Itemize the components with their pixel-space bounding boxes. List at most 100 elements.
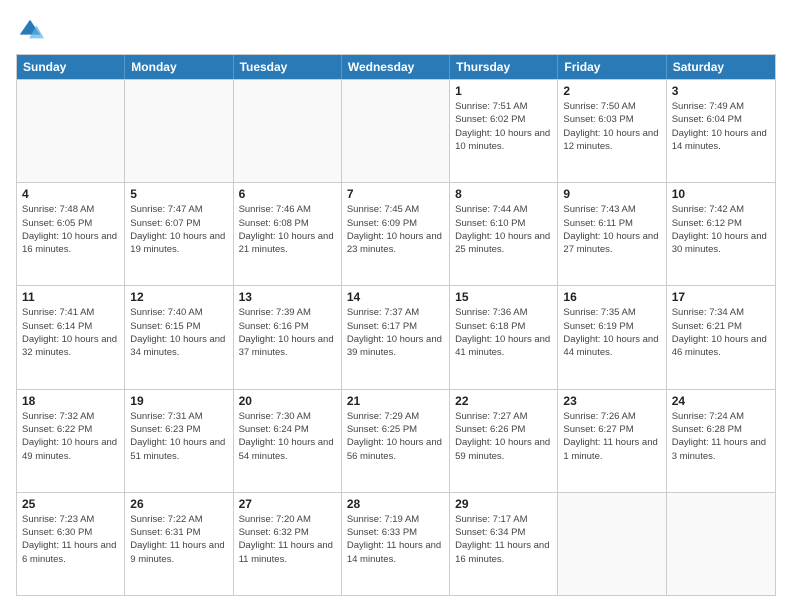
calendar-cell: 6Sunrise: 7:46 AM Sunset: 6:08 PM Daylig… — [234, 183, 342, 285]
header — [16, 16, 776, 44]
calendar-cell: 17 Sunrise: 7:34 AM Sunset: 6:21 PM Dayli… — [667, 286, 775, 388]
day-info: Sunrise: 7:35 AM Sunset: 6:19 PM Dayligh… — [563, 306, 660, 359]
day-info: Sunrise: 7:27 AM Sunset: 6:26 PM Dayligh… — [455, 410, 552, 463]
calendar-cell: 4 Sunrise: 7:48 AM Sunset: 6:05 PM Daylig… — [17, 183, 125, 285]
weekday-header: Wednesday — [342, 55, 450, 79]
weekday-header: Sunday — [17, 55, 125, 79]
day-number: 10 — [672, 187, 770, 201]
day-info: Sunrise: 7:50 AM Sunset: 6:03 PM Dayligh… — [563, 100, 660, 153]
day-info: Sunrise: 7:23 AM Sunset: 6:30 PM Dayligh… — [22, 513, 119, 566]
day-number: 27 — [239, 497, 336, 511]
calendar-cell: 1Sunrise: 7:51 AM Sunset: 6:02 PM Daylig… — [450, 80, 558, 182]
calendar-row: 25 Sunrise: 7:23 AM Sunset: 6:30 PM Dayli… — [17, 492, 775, 595]
day-number: 2 — [563, 84, 660, 98]
calendar-cell: 22 Sunrise: 7:27 AM Sunset: 6:26 PM Dayli… — [450, 390, 558, 492]
calendar-cell — [667, 493, 775, 595]
calendar-cell: 7 Sunrise: 7:45 AM Sunset: 6:09 PM Daylig… — [342, 183, 450, 285]
day-info: Sunrise: 7:42 AM Sunset: 6:12 PM Dayligh… — [672, 203, 770, 256]
day-info: Sunrise: 7:45 AM Sunset: 6:09 PM Dayligh… — [347, 203, 444, 256]
calendar-row: 1Sunrise: 7:51 AM Sunset: 6:02 PM Daylig… — [17, 79, 775, 182]
calendar: SundayMondayTuesdayWednesdayThursdayFrid… — [16, 54, 776, 596]
calendar-cell: 12 Sunrise: 7:40 AM Sunset: 6:15 PM Dayli… — [125, 286, 233, 388]
day-info: Sunrise: 7:49 AM Sunset: 6:04 PM Dayligh… — [672, 100, 770, 153]
day-info: Sunrise: 7:31 AM Sunset: 6:23 PM Dayligh… — [130, 410, 227, 463]
day-info: Sunrise: 7:39 AM Sunset: 6:16 PM Dayligh… — [239, 306, 336, 359]
calendar-cell — [342, 80, 450, 182]
day-number: 4 — [22, 187, 119, 201]
day-info: Sunrise: 7:20 AM Sunset: 6:32 PM Dayligh… — [239, 513, 336, 566]
day-info: Sunrise: 7:22 AM Sunset: 6:31 PM Dayligh… — [130, 513, 227, 566]
day-info: Sunrise: 7:40 AM Sunset: 6:15 PM Dayligh… — [130, 306, 227, 359]
day-info: Sunrise: 7:19 AM Sunset: 6:33 PM Dayligh… — [347, 513, 444, 566]
calendar-cell: 14 Sunrise: 7:37 AM Sunset: 6:17 PM Dayli… — [342, 286, 450, 388]
day-info: Sunrise: 7:36 AM Sunset: 6:18 PM Dayligh… — [455, 306, 552, 359]
day-number: 28 — [347, 497, 444, 511]
day-number: 3 — [672, 84, 770, 98]
day-number: 12 — [130, 290, 227, 304]
calendar-cell: 15 Sunrise: 7:36 AM Sunset: 6:18 PM Dayli… — [450, 286, 558, 388]
day-number: 26 — [130, 497, 227, 511]
weekday-header: Friday — [558, 55, 666, 79]
calendar-cell: 8 Sunrise: 7:44 AM Sunset: 6:10 PM Daylig… — [450, 183, 558, 285]
calendar-cell: 2 Sunrise: 7:50 AM Sunset: 6:03 PM Daylig… — [558, 80, 666, 182]
day-info: Sunrise: 7:41 AM Sunset: 6:14 PM Dayligh… — [22, 306, 119, 359]
calendar-cell — [234, 80, 342, 182]
day-info: Sunrise: 7:30 AM Sunset: 6:24 PM Dayligh… — [239, 410, 336, 463]
day-number: 22 — [455, 394, 552, 408]
day-info: Sunrise: 7:46 AM Sunset: 6:08 PM Dayligh… — [239, 203, 336, 256]
calendar-cell: 24Sunrise: 7:24 AM Sunset: 6:28 PM Dayli… — [667, 390, 775, 492]
day-number: 17 — [672, 290, 770, 304]
day-number: 21 — [347, 394, 444, 408]
calendar-cell — [125, 80, 233, 182]
day-number: 9 — [563, 187, 660, 201]
day-number: 13 — [239, 290, 336, 304]
calendar-cell: 9Sunrise: 7:43 AM Sunset: 6:11 PM Daylig… — [558, 183, 666, 285]
day-number: 19 — [130, 394, 227, 408]
day-info: Sunrise: 7:24 AM Sunset: 6:28 PM Dayligh… — [672, 410, 770, 463]
day-number: 5 — [130, 187, 227, 201]
day-info: Sunrise: 7:37 AM Sunset: 6:17 PM Dayligh… — [347, 306, 444, 359]
calendar-cell — [558, 493, 666, 595]
calendar-cell: 10 Sunrise: 7:42 AM Sunset: 6:12 PM Dayli… — [667, 183, 775, 285]
calendar-cell: 25 Sunrise: 7:23 AM Sunset: 6:30 PM Dayli… — [17, 493, 125, 595]
calendar-cell — [17, 80, 125, 182]
day-info: Sunrise: 7:34 AM Sunset: 6:21 PM Dayligh… — [672, 306, 770, 359]
calendar-row: 4 Sunrise: 7:48 AM Sunset: 6:05 PM Daylig… — [17, 182, 775, 285]
day-number: 7 — [347, 187, 444, 201]
day-info: Sunrise: 7:29 AM Sunset: 6:25 PM Dayligh… — [347, 410, 444, 463]
calendar-cell: 27 Sunrise: 7:20 AM Sunset: 6:32 PM Dayli… — [234, 493, 342, 595]
day-number: 25 — [22, 497, 119, 511]
day-info: Sunrise: 7:26 AM Sunset: 6:27 PM Dayligh… — [563, 410, 660, 463]
day-number: 14 — [347, 290, 444, 304]
calendar-row: 11 Sunrise: 7:41 AM Sunset: 6:14 PM Dayli… — [17, 285, 775, 388]
calendar-cell: 5Sunrise: 7:47 AM Sunset: 6:07 PM Daylig… — [125, 183, 233, 285]
page: SundayMondayTuesdayWednesdayThursdayFrid… — [0, 0, 792, 612]
day-number: 15 — [455, 290, 552, 304]
day-info: Sunrise: 7:17 AM Sunset: 6:34 PM Dayligh… — [455, 513, 552, 566]
logo — [16, 16, 48, 44]
calendar-cell: 29 Sunrise: 7:17 AM Sunset: 6:34 PM Dayli… — [450, 493, 558, 595]
day-number: 8 — [455, 187, 552, 201]
day-info: Sunrise: 7:32 AM Sunset: 6:22 PM Dayligh… — [22, 410, 119, 463]
day-number: 11 — [22, 290, 119, 304]
calendar-cell: 19 Sunrise: 7:31 AM Sunset: 6:23 PM Dayli… — [125, 390, 233, 492]
day-info: Sunrise: 7:48 AM Sunset: 6:05 PM Dayligh… — [22, 203, 119, 256]
day-number: 1 — [455, 84, 552, 98]
day-number: 18 — [22, 394, 119, 408]
calendar-cell: 28 Sunrise: 7:19 AM Sunset: 6:33 PM Dayli… — [342, 493, 450, 595]
weekday-header: Monday — [125, 55, 233, 79]
calendar-header: SundayMondayTuesdayWednesdayThursdayFrid… — [17, 55, 775, 79]
day-number: 20 — [239, 394, 336, 408]
weekday-header: Tuesday — [234, 55, 342, 79]
weekday-header: Saturday — [667, 55, 775, 79]
calendar-cell: 21 Sunrise: 7:29 AM Sunset: 6:25 PM Dayli… — [342, 390, 450, 492]
calendar-cell: 13 Sunrise: 7:39 AM Sunset: 6:16 PM Dayli… — [234, 286, 342, 388]
weekday-header: Thursday — [450, 55, 558, 79]
calendar-cell: 18 Sunrise: 7:32 AM Sunset: 6:22 PM Dayli… — [17, 390, 125, 492]
logo-icon — [16, 16, 44, 44]
calendar-body: 1Sunrise: 7:51 AM Sunset: 6:02 PM Daylig… — [17, 79, 775, 595]
calendar-cell: 11 Sunrise: 7:41 AM Sunset: 6:14 PM Dayli… — [17, 286, 125, 388]
calendar-cell: 16Sunrise: 7:35 AM Sunset: 6:19 PM Dayli… — [558, 286, 666, 388]
day-number: 29 — [455, 497, 552, 511]
day-info: Sunrise: 7:44 AM Sunset: 6:10 PM Dayligh… — [455, 203, 552, 256]
